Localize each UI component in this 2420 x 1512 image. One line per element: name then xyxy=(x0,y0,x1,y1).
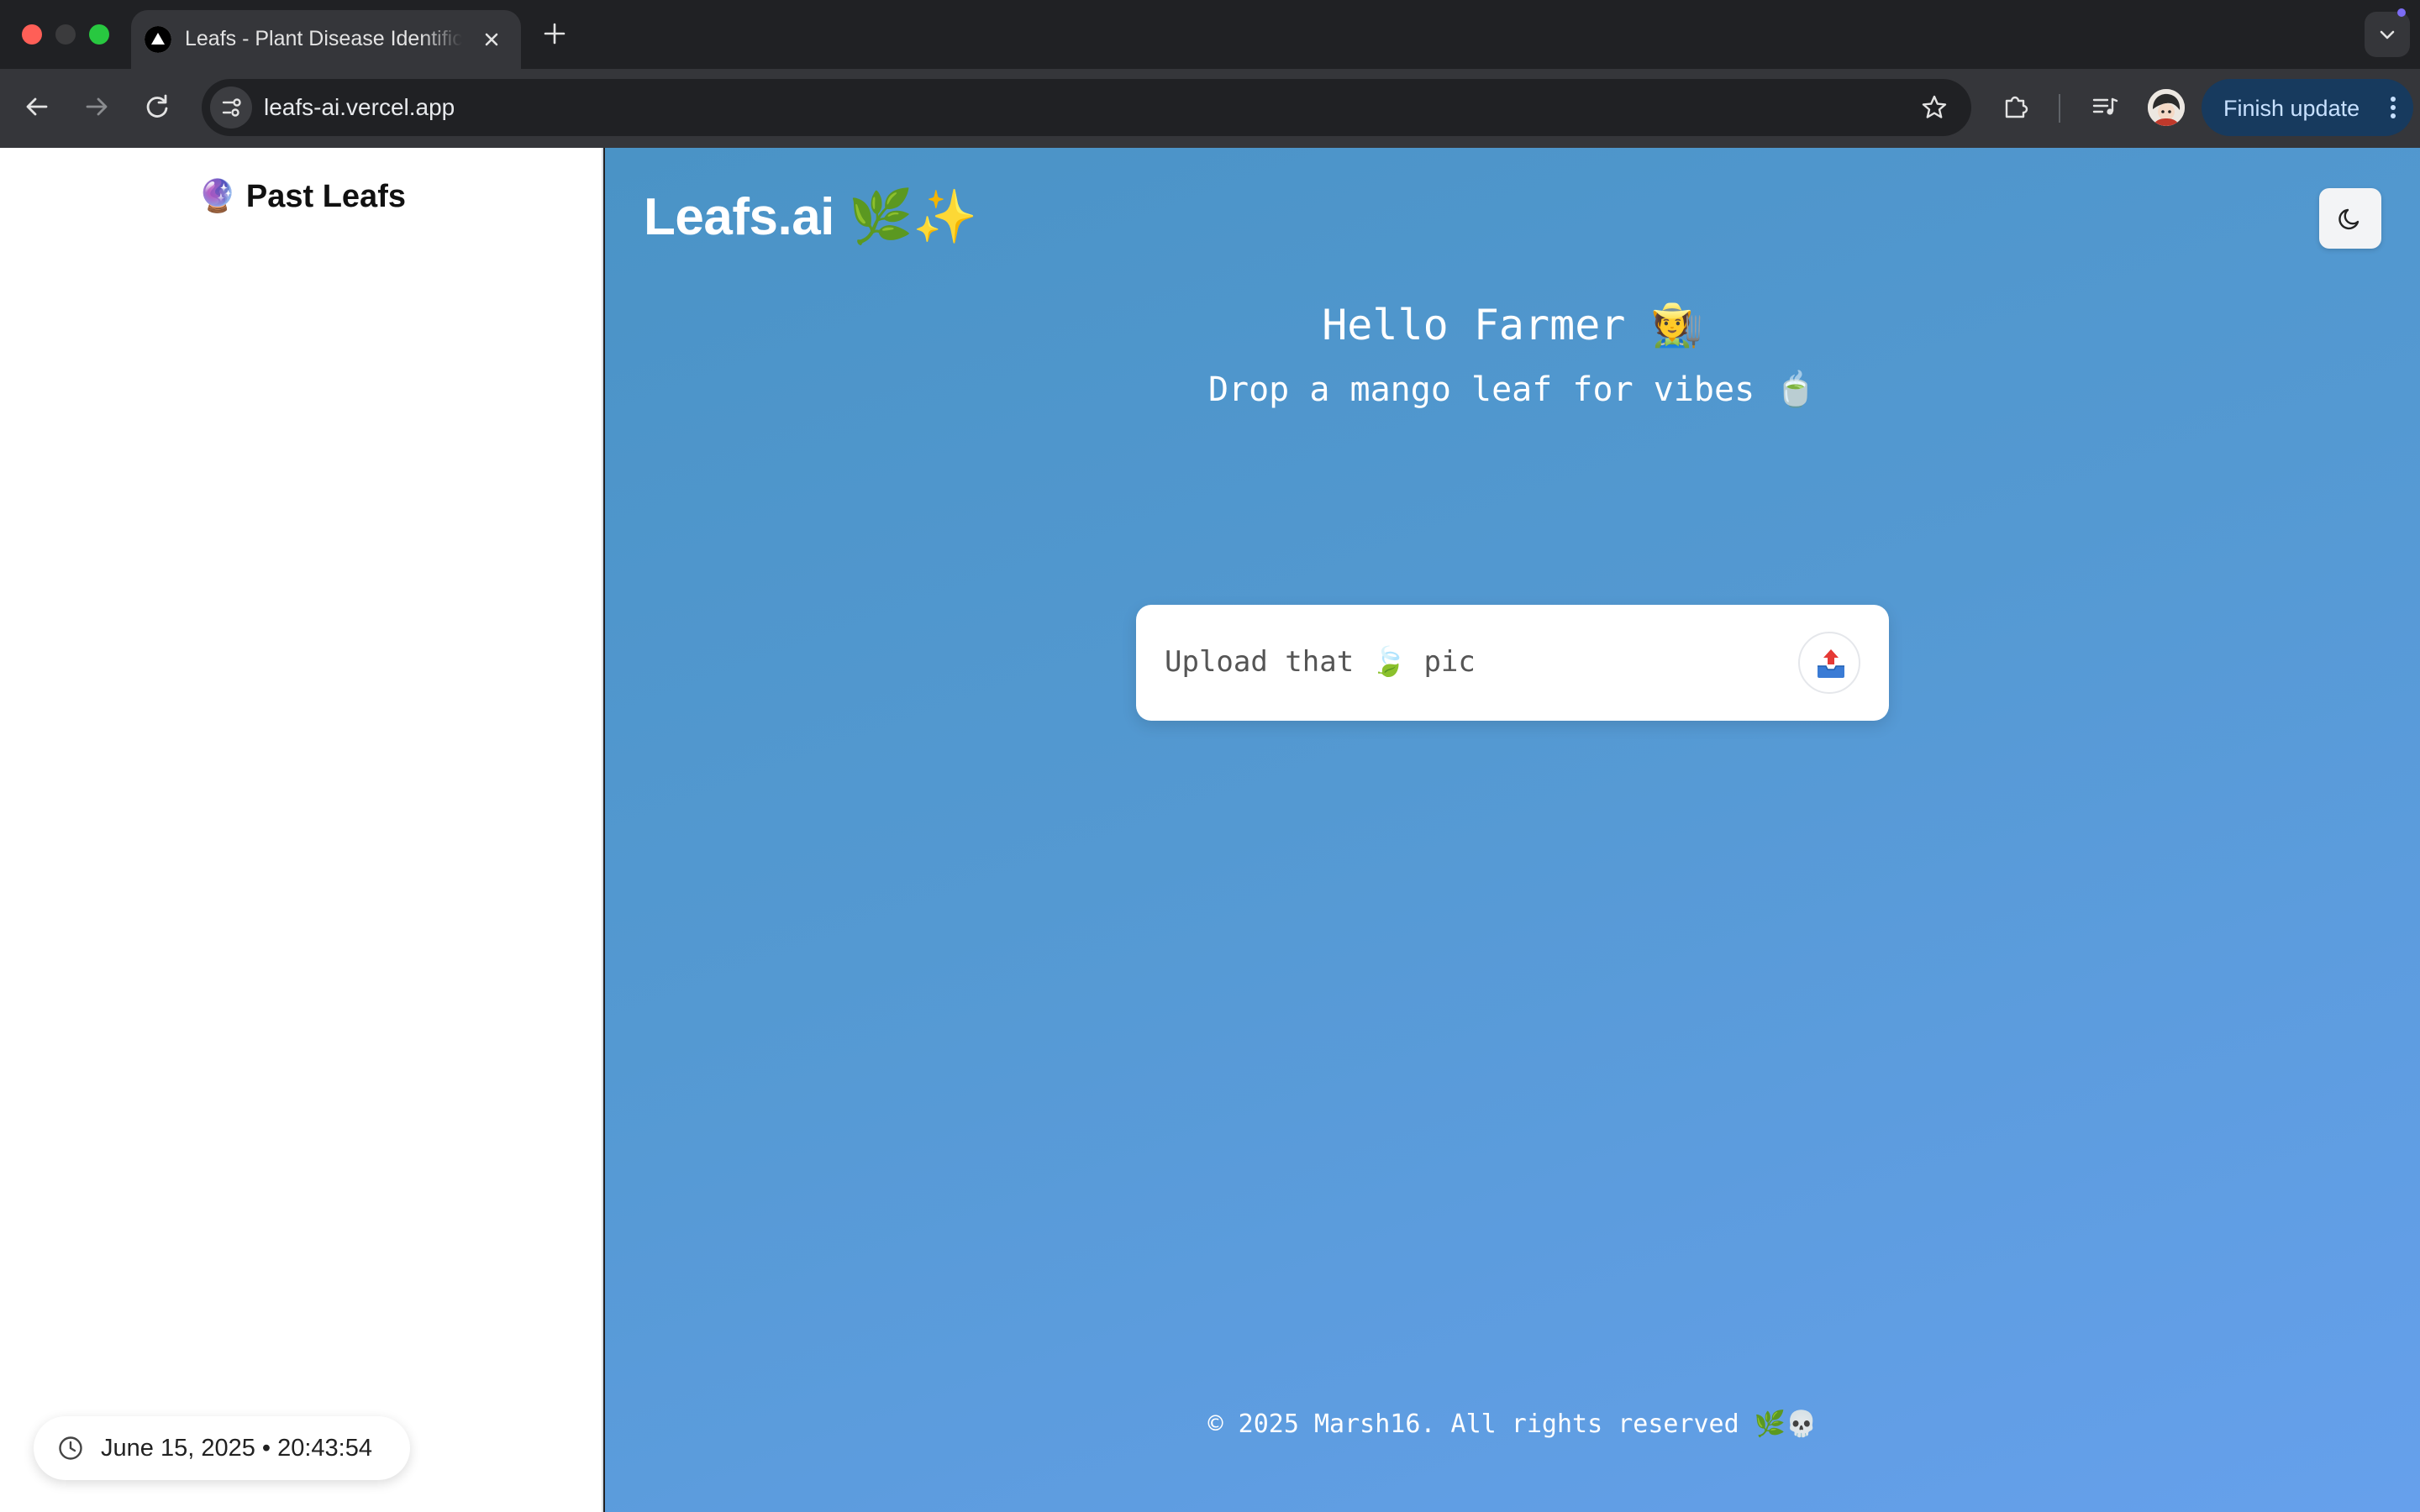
tab-title: Leafs - Plant Disease Identification xyxy=(185,27,462,50)
main-panel: Leafs.ai 🌿✨ Hello Farmer 🧑‍🌾 Drop a mang… xyxy=(605,148,2420,1512)
upload-dropzone[interactable]: Upload that 🍃 pic xyxy=(1136,605,1889,721)
brand-logo-text[interactable]: Leafs.ai 🌿✨ xyxy=(644,186,978,248)
upload-tray-icon xyxy=(1818,649,1844,678)
datetime-chip: June 15, 2025 • 20:43:54 xyxy=(34,1416,410,1480)
browser-toolbar: leafs-ai.vercel.app Finish update xyxy=(0,69,2420,148)
theme-toggle-button[interactable] xyxy=(2319,188,2381,249)
vercel-triangle-icon xyxy=(145,26,171,53)
media-controls-icon[interactable] xyxy=(2086,87,2124,126)
finish-update-label: Finish update xyxy=(2223,96,2360,121)
window-minimize-button[interactable] xyxy=(55,24,76,45)
greeting-heading: Hello Farmer 🧑‍🌾 xyxy=(1322,301,1703,349)
profile-avatar[interactable] xyxy=(2148,89,2185,126)
back-arrow-icon[interactable] xyxy=(18,87,56,126)
kebab-menu-icon[interactable] xyxy=(2376,91,2410,124)
past-leafs-heading: 🔮 Past Leafs xyxy=(197,179,406,214)
browser-tab-active[interactable]: Leafs - Plant Disease Identification xyxy=(131,10,521,69)
new-tab-plus-icon[interactable] xyxy=(538,17,571,50)
upload-placeholder: Upload that 🍃 pic xyxy=(1165,645,1476,679)
tab-close-icon[interactable] xyxy=(476,24,508,55)
notification-dot xyxy=(2397,8,2406,17)
forward-arrow-icon[interactable] xyxy=(77,87,116,126)
extensions-puzzle-icon[interactable] xyxy=(1996,87,2035,126)
footer-copyright: © 2025 Marsh16. All rights reserved 🌿💀 xyxy=(1207,1410,1818,1439)
reload-icon[interactable] xyxy=(138,87,176,126)
greeting-subtitle: Drop a mango leaf for vibes 🍵 xyxy=(1207,370,1818,409)
clock-icon xyxy=(57,1435,84,1462)
history-sidebar: 🔮 Past Leafs June 15, 2025 • 20:43:54 xyxy=(0,148,603,1512)
window-maximize-button[interactable] xyxy=(89,24,109,45)
address-bar[interactable]: leafs-ai.vercel.app xyxy=(202,79,1971,136)
bookmark-star-icon[interactable] xyxy=(1918,91,1951,124)
datetime-text: June 15, 2025 • 20:43:54 xyxy=(101,1435,372,1462)
browser-tab-bar: Leafs - Plant Disease Identification xyxy=(0,0,2420,69)
web-page: 🔮 Past Leafs June 15, 2025 • 20:43:54 Le… xyxy=(0,148,2420,1512)
site-info-icon[interactable] xyxy=(210,87,252,129)
finish-update-button[interactable]: Finish update xyxy=(2202,79,2413,136)
toolbar-divider xyxy=(2059,94,2060,123)
window-close-button[interactable] xyxy=(22,24,42,45)
upload-button[interactable] xyxy=(1798,632,1860,694)
tab-search-button[interactable] xyxy=(2365,12,2410,57)
moon-icon xyxy=(2338,208,2360,230)
url-text[interactable]: leafs-ai.vercel.app xyxy=(264,94,455,121)
